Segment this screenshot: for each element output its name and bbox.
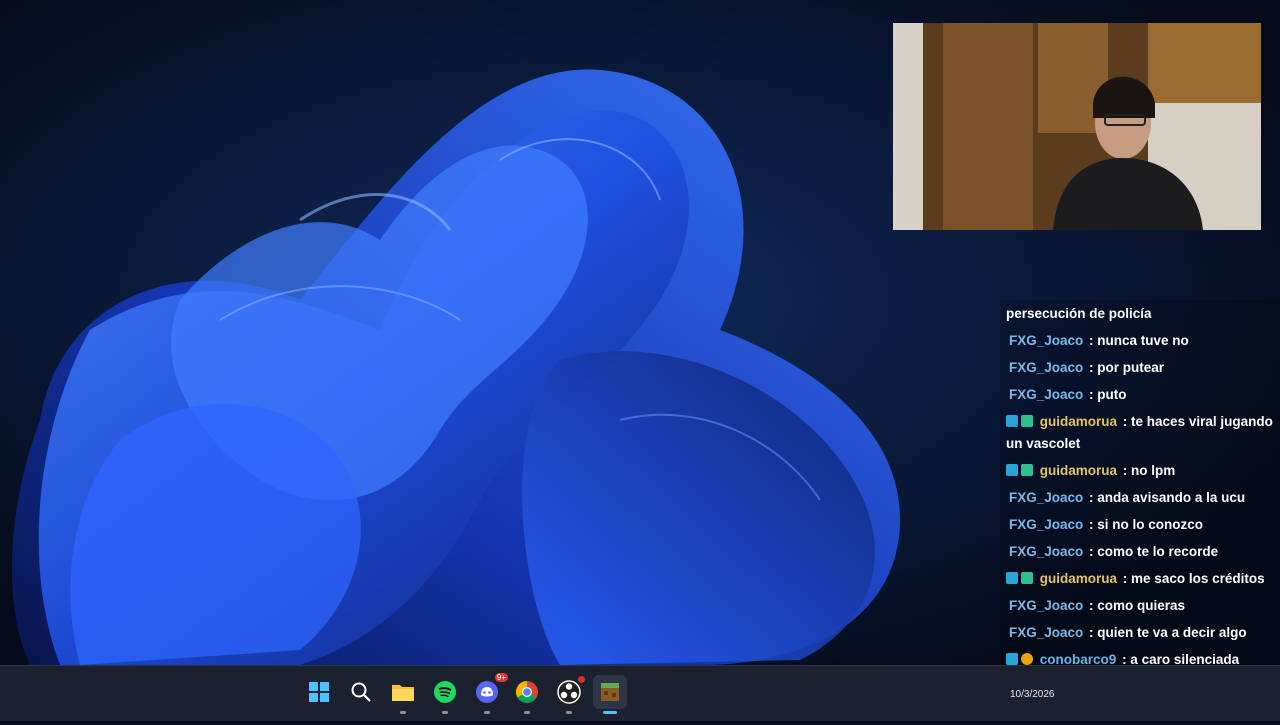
chat-message-text: : me saco los créditos [1122, 571, 1265, 586]
chat-message-text: : puto [1089, 387, 1127, 402]
chat-username[interactable]: guidamorua [1040, 414, 1117, 429]
running-indicator [442, 711, 448, 714]
chat-username[interactable]: FXG_Joaco [1009, 387, 1083, 402]
taskbar: 9+ 10/3/2026 [0, 665, 1280, 721]
chat-message-text: : anda avisando a la ucu [1089, 490, 1246, 505]
start-button[interactable] [302, 675, 336, 709]
chat-message-text: : no lpm [1122, 463, 1176, 478]
prime-badge-icon [1006, 415, 1018, 427]
search-button[interactable] [344, 675, 378, 709]
chrome-icon [516, 681, 538, 703]
file-explorer-button[interactable] [386, 675, 420, 714]
discord-button[interactable]: 9+ [470, 673, 508, 714]
chat-message-text: : por putear [1089, 360, 1165, 375]
tray-date[interactable]: 10/3/2026 [1010, 689, 1055, 700]
chat-message: guidamorua : no lpm [1006, 460, 1280, 482]
spotify-icon [434, 681, 456, 703]
start-icon [309, 682, 329, 702]
running-indicator [400, 711, 406, 714]
running-indicator [524, 711, 530, 714]
obs-icon [557, 680, 581, 704]
prime-badge-icon [1006, 464, 1018, 476]
chat-message: guidamorua : me saco los créditos [1006, 568, 1280, 590]
file-explorer-icon [392, 685, 414, 701]
chat-message: FXG_Joaco : como te lo recorde [1006, 541, 1280, 563]
chat-message-text: : quien te va a decir algo [1089, 625, 1247, 640]
chat-username[interactable]: FXG_Joaco [1009, 544, 1083, 559]
prime-badge-icon [1006, 653, 1018, 665]
running-indicator [484, 711, 490, 714]
chat-message: FXG_Joaco : puto [1006, 384, 1280, 406]
discord-icon [476, 681, 498, 703]
spotify-button[interactable] [428, 675, 462, 714]
chat-message-text: : nunca tuve no [1089, 333, 1189, 348]
chat-message-text: persecución de policía [1006, 306, 1152, 321]
chat-username[interactable]: FXG_Joaco [1009, 598, 1083, 613]
chat-username[interactable]: FXG_Joaco [1009, 625, 1083, 640]
recording-dot [578, 676, 585, 683]
stream-chat: persecución de policía FXG_Joaco : nunca… [1006, 303, 1280, 725]
bits-badge-icon [1021, 653, 1033, 665]
subscriber-badge-icon [1021, 572, 1033, 584]
minecraft-icon [601, 683, 619, 701]
chat-username[interactable]: FXG_Joaco [1009, 333, 1083, 348]
chat-message-text: : como quieras [1089, 598, 1186, 613]
chat-message: FXG_Joaco : nunca tuve no [1006, 330, 1280, 352]
chat-username[interactable]: FXG_Joaco [1009, 490, 1083, 505]
chat-username[interactable]: guidamorua [1040, 463, 1117, 478]
obs-button[interactable] [552, 675, 586, 714]
subscriber-badge-icon [1021, 415, 1033, 427]
chrome-button[interactable] [510, 675, 544, 714]
chat-message-text: : si no lo conozco [1089, 517, 1204, 532]
chat-message: FXG_Joaco : si no lo conozco [1006, 514, 1280, 536]
chat-message: FXG_Joaco : anda avisando a la ucu [1006, 487, 1280, 509]
running-indicator [566, 711, 572, 714]
chat-message: FXG_Joaco : como quieras [1006, 595, 1280, 617]
minecraft-button[interactable] [593, 675, 627, 714]
subscriber-badge-icon [1021, 464, 1033, 476]
prime-badge-icon [1006, 572, 1018, 584]
chat-username[interactable]: FXG_Joaco [1009, 517, 1083, 532]
active-indicator [603, 711, 617, 714]
chat-message: persecución de policía [1006, 303, 1280, 325]
chat-message-text: : como te lo recorde [1089, 544, 1219, 559]
chat-message: guidamorua : te haces viral jugando un v… [1006, 411, 1280, 455]
chat-message: FXG_Joaco : quien te va a decir algo [1006, 622, 1280, 644]
webcam-overlay [893, 23, 1261, 230]
chat-username[interactable]: FXG_Joaco [1009, 360, 1083, 375]
chat-message: FXG_Joaco : por putear [1006, 357, 1280, 379]
notification-badge: 9+ [494, 673, 508, 682]
chat-username[interactable]: guidamorua [1040, 571, 1117, 586]
search-icon [351, 682, 371, 702]
